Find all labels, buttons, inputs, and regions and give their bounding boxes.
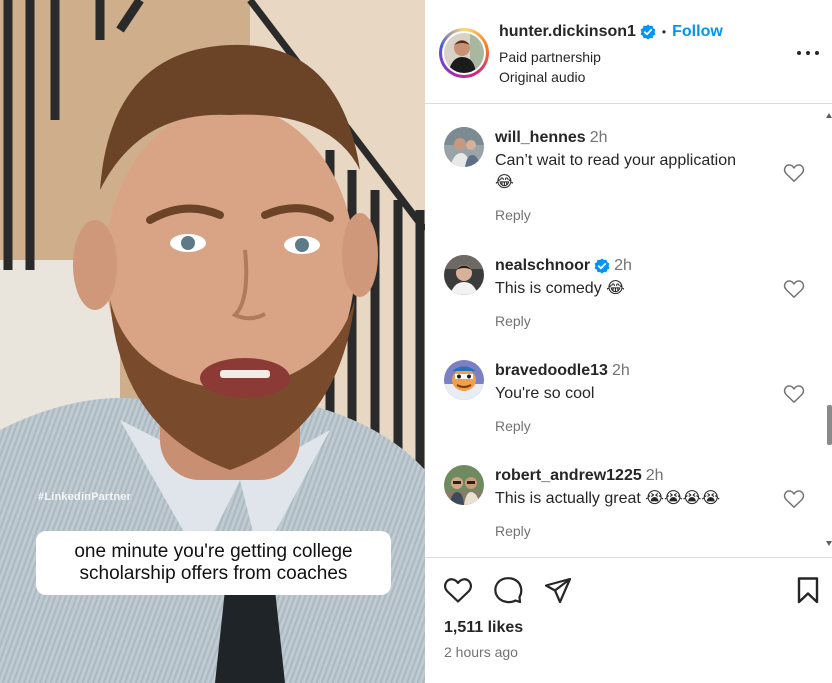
- comment-time[interactable]: 2h: [614, 257, 632, 275]
- commenter-avatar[interactable]: [444, 465, 484, 505]
- scroll-up-arrow-icon[interactable]: [826, 113, 832, 118]
- reply-button[interactable]: Reply: [495, 313, 531, 329]
- linkedin-partner-watermark: #LinkedinPartner: [38, 491, 132, 503]
- comment-text: This is comedy 😂: [495, 280, 625, 297]
- like-heart-icon[interactable]: [443, 576, 473, 604]
- comment-like-heart-icon[interactable]: [783, 384, 805, 404]
- commenter-avatar[interactable]: [444, 255, 484, 295]
- scroll-down-arrow-icon[interactable]: [826, 541, 832, 546]
- share-send-icon[interactable]: [543, 576, 573, 604]
- commenter-username[interactable]: nealschnoor: [495, 257, 590, 275]
- more-options-icon[interactable]: [797, 45, 819, 61]
- comment-time[interactable]: 2h: [590, 129, 608, 147]
- audio-label[interactable]: Original audio: [499, 69, 585, 85]
- commenter-username[interactable]: will_hennes: [495, 129, 586, 147]
- post-panel: hunter.dickinson1 • Follow Paid partners…: [425, 0, 832, 683]
- commenter-username[interactable]: bravedoodle13: [495, 362, 608, 380]
- video-caption: one minute you're getting college schola…: [36, 531, 391, 595]
- commenter-username[interactable]: robert_andrew1225: [495, 467, 642, 485]
- post-actions: 1,511 likes 2 hours ago: [425, 557, 832, 683]
- verified-badge-icon: [594, 258, 610, 274]
- commenter-avatar[interactable]: [444, 360, 484, 400]
- comment-icon[interactable]: [493, 576, 523, 604]
- reel-video[interactable]: #LinkedinPartner one minute you're getti…: [0, 0, 425, 683]
- post-header: hunter.dickinson1 • Follow Paid partners…: [425, 0, 832, 104]
- reply-button[interactable]: Reply: [495, 523, 531, 539]
- follow-button[interactable]: Follow: [672, 23, 723, 41]
- comment-time[interactable]: 2h: [646, 467, 664, 485]
- reply-button[interactable]: Reply: [495, 207, 531, 223]
- comment-time[interactable]: 2h: [612, 362, 630, 380]
- comments-scrollbar-thumb[interactable]: [827, 405, 832, 445]
- comment-like-heart-icon[interactable]: [783, 163, 805, 183]
- comment-like-heart-icon[interactable]: [783, 489, 805, 509]
- save-bookmark-icon[interactable]: [793, 576, 823, 604]
- comment-like-heart-icon[interactable]: [783, 279, 805, 299]
- author-avatar[interactable]: [439, 28, 489, 78]
- likes-count[interactable]: 1,511 likes: [444, 619, 523, 637]
- post-timestamp[interactable]: 2 hours ago: [444, 644, 518, 660]
- comments-list[interactable]: will_hennes 2h Can’t wait to read your a…: [425, 105, 832, 557]
- reply-button[interactable]: Reply: [495, 418, 531, 434]
- separator-dot: •: [661, 25, 667, 39]
- comment-emoji: 😂: [495, 174, 514, 191]
- verified-badge-icon: [640, 24, 656, 40]
- author-username[interactable]: hunter.dickinson1: [499, 23, 636, 41]
- comment-text: This is actually great 😭😭😭😭: [495, 490, 721, 507]
- paid-partnership-label[interactable]: Paid partnership: [499, 49, 601, 65]
- comment-text: Can’t wait to read your application 😂: [495, 152, 737, 191]
- comment-text: You're so cool: [495, 385, 595, 402]
- commenter-avatar[interactable]: [444, 127, 484, 167]
